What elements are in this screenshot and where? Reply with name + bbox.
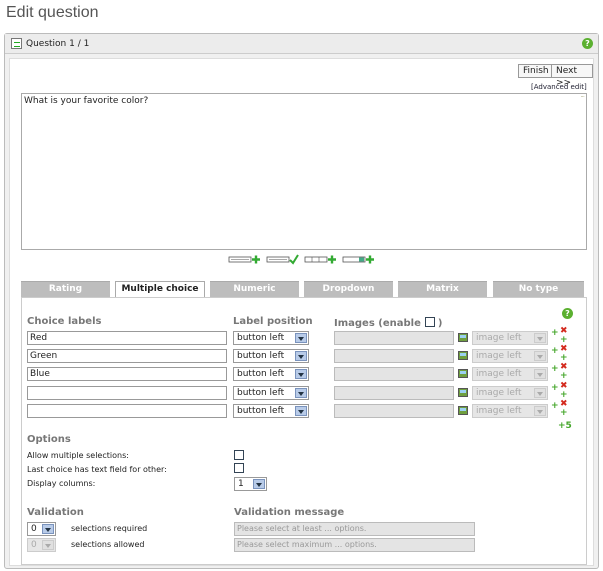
delete-icon[interactable]: ✖ bbox=[560, 363, 568, 372]
validation-max-message-input: Please select maximum ... options. bbox=[234, 538, 475, 552]
label-position-select[interactable]: button left bbox=[233, 331, 309, 345]
options-header: Options bbox=[27, 434, 71, 445]
image-position-select: image left bbox=[472, 367, 548, 381]
selections-required-label: selections required bbox=[71, 524, 148, 533]
question-panel: Question 1 / 1 ? Finish Next >> [Advance… bbox=[4, 33, 599, 569]
choice-label-input[interactable]: Green bbox=[27, 349, 227, 363]
question-text[interactable]: What is your favorite color? bbox=[24, 96, 148, 106]
last-choice-text-checkbox[interactable] bbox=[234, 463, 244, 473]
add-columns-icon[interactable] bbox=[304, 254, 337, 265]
selections-required-select[interactable]: 0 bbox=[27, 522, 56, 536]
image-url-input bbox=[334, 404, 454, 418]
chevron-down-icon bbox=[253, 479, 265, 489]
delete-icon[interactable]: ✖ bbox=[560, 382, 568, 391]
add-row-icon[interactable] bbox=[228, 254, 261, 265]
insert-icon[interactable]: + bbox=[560, 391, 568, 400]
resize-grip-icon[interactable]: ··· bbox=[580, 93, 585, 101]
image-position-select: image left bbox=[472, 331, 548, 345]
panel-header: Question 1 / 1 ? bbox=[5, 34, 598, 54]
allow-multiple-label: Allow multiple selections: bbox=[27, 451, 129, 460]
delete-icon[interactable]: ✖ bbox=[560, 327, 568, 336]
choice-label-input[interactable] bbox=[27, 386, 227, 400]
move-up-icon[interactable]: + bbox=[551, 329, 559, 338]
image-picker-icon[interactable] bbox=[458, 333, 468, 342]
insert-icon[interactable]: + bbox=[560, 409, 568, 418]
tab-numeric[interactable]: Numeric bbox=[210, 281, 299, 297]
question-counter: Question 1 / 1 bbox=[26, 39, 90, 49]
image-url-input bbox=[334, 331, 454, 345]
tab-no-type[interactable]: No type bbox=[493, 281, 584, 297]
image-picker-icon[interactable] bbox=[458, 351, 468, 360]
images-header: Images (enable ) bbox=[334, 317, 443, 329]
chevron-down-icon bbox=[295, 351, 307, 361]
label-position-header: Label position bbox=[233, 316, 313, 327]
question-type-tabs: Rating Multiple choice Numeric Dropdown … bbox=[21, 281, 587, 298]
image-picker-icon[interactable] bbox=[458, 369, 468, 378]
help-icon[interactable]: ? bbox=[582, 38, 593, 49]
image-url-input bbox=[334, 349, 454, 363]
tab-multiple-choice[interactable]: Multiple choice bbox=[115, 281, 205, 298]
label-position-select[interactable]: button left bbox=[233, 386, 309, 400]
tab-rating[interactable]: Rating bbox=[21, 281, 110, 297]
choice-label-input[interactable] bbox=[27, 404, 227, 418]
move-up-icon[interactable]: + bbox=[551, 347, 559, 356]
image-url-input bbox=[334, 386, 454, 400]
choice-label-input[interactable]: Red bbox=[27, 331, 227, 345]
insert-icon[interactable]: + bbox=[560, 354, 568, 363]
image-position-select: image left bbox=[472, 349, 548, 363]
finish-button[interactable]: Finish bbox=[518, 64, 554, 78]
chevron-down-icon bbox=[295, 406, 307, 416]
choice-labels-header: Choice labels bbox=[27, 316, 102, 327]
chevron-down-icon bbox=[295, 333, 307, 343]
help-icon[interactable]: ? bbox=[562, 308, 573, 319]
image-picker-icon[interactable] bbox=[458, 388, 468, 397]
edit-row-icon[interactable] bbox=[266, 254, 299, 265]
delete-icon[interactable]: ✖ bbox=[560, 345, 568, 354]
page-title: Edit question bbox=[6, 4, 99, 21]
insert-icon[interactable]: + bbox=[560, 336, 568, 345]
next-button[interactable]: Next >> bbox=[551, 64, 593, 88]
move-up-icon[interactable]: + bbox=[551, 402, 559, 411]
question-text-editor[interactable]: What is your favorite color? ··· bbox=[21, 93, 587, 250]
selections-allowed-label: selections allowed bbox=[71, 540, 145, 549]
last-choice-text-label: Last choice has text field for other: bbox=[27, 465, 167, 474]
chevron-down-icon bbox=[295, 388, 307, 398]
panel-body: Finish Next >> [Advanced edit] What is y… bbox=[9, 58, 594, 566]
label-position-select[interactable]: button left bbox=[233, 404, 309, 418]
chevron-down-icon bbox=[295, 369, 307, 379]
delete-icon[interactable]: ✖ bbox=[560, 400, 568, 409]
tab-matrix[interactable]: Matrix bbox=[398, 281, 487, 297]
insert-icon[interactable]: + bbox=[560, 372, 568, 381]
move-up-icon[interactable]: + bbox=[551, 365, 559, 374]
selections-allowed-select: 0 bbox=[27, 538, 56, 552]
edit-note-icon bbox=[11, 38, 22, 49]
move-up-icon[interactable]: + bbox=[551, 384, 559, 393]
display-columns-select[interactable]: 1 bbox=[234, 477, 267, 491]
validation-min-message-input: Please select at least ... options. bbox=[234, 522, 475, 536]
image-position-select: image left bbox=[472, 386, 548, 400]
image-picker-icon[interactable] bbox=[458, 406, 468, 415]
validation-header: Validation bbox=[27, 507, 84, 518]
add-choices-button[interactable]: +5 bbox=[558, 421, 572, 431]
image-position-select: image left bbox=[472, 404, 548, 418]
advanced-edit-link[interactable]: [Advanced edit] bbox=[531, 83, 587, 91]
tab-dropdown[interactable]: Dropdown bbox=[304, 281, 393, 297]
add-image-row-icon[interactable] bbox=[342, 254, 375, 265]
enable-images-checkbox[interactable] bbox=[425, 317, 436, 327]
multiple-choice-panel: ? Choice labels Label position Images (e… bbox=[21, 297, 587, 565]
chevron-down-icon bbox=[42, 524, 54, 534]
image-url-input bbox=[334, 367, 454, 381]
choice-label-input[interactable]: Blue bbox=[27, 367, 227, 381]
display-columns-label: Display columns: bbox=[27, 479, 96, 488]
validation-message-header: Validation message bbox=[234, 507, 345, 518]
allow-multiple-checkbox[interactable] bbox=[234, 450, 244, 460]
label-position-select[interactable]: button left bbox=[233, 367, 309, 381]
label-position-select[interactable]: button left bbox=[233, 349, 309, 363]
